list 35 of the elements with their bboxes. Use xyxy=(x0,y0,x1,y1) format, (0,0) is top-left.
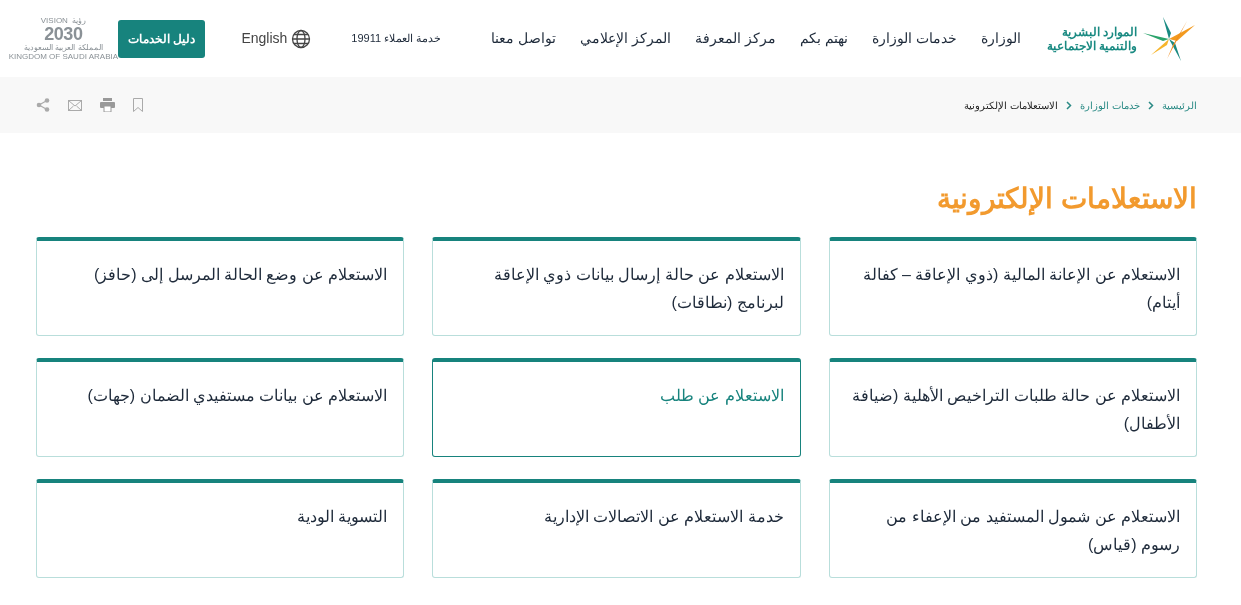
country-arabic: المملكة العربية السعودية xyxy=(24,42,103,52)
print-icon[interactable] xyxy=(100,98,115,112)
ministry-name: والتنمية الاجتماعية xyxy=(1046,38,1137,53)
services-guide-button[interactable]: دليل الخدمات xyxy=(118,19,206,58)
inquiry-card[interactable]: الاستعلام عن شمول المستفيد من الإعفاء من رسوم (قياس) xyxy=(828,479,1197,578)
breadcrumb-link[interactable]: خدمات الوزارة xyxy=(1080,97,1140,113)
vision-arabic: رؤية xyxy=(71,16,86,25)
nav-link[interactable]: الوزارة xyxy=(980,28,1021,49)
inquiry-card[interactable]: التسوية الودية xyxy=(36,479,405,578)
inquiry-card[interactable]: الاستعلام عن حالة إرسال بيانات ذوي الإعاقة لبرنامج (نطاقات) xyxy=(432,237,801,336)
inquiry-card[interactable]: الاستعلام عن وضع الحالة المرسل إلى (حافز) xyxy=(36,237,405,336)
globe-icon xyxy=(291,28,312,49)
breadcrumb-link[interactable]: الرئيسية xyxy=(1162,97,1197,113)
bookmark-icon[interactable] xyxy=(133,98,143,112)
ministry-name: الموارد البشرية xyxy=(1061,24,1137,39)
inquiry-card[interactable]: الاستعلام عن بيانات مستفيدي الضمان (جهات) xyxy=(36,358,405,457)
vision-word: VISION xyxy=(40,16,68,25)
vision-year: 2030 xyxy=(44,24,83,43)
country-english: KINGDOM OF SAUDI ARABIA xyxy=(8,51,119,61)
mail-icon[interactable] xyxy=(68,99,82,111)
page-title: الاستعلامات الإلكترونية xyxy=(936,182,1197,217)
nav-link[interactable]: المركز الإعلامي xyxy=(580,28,671,49)
nav-link[interactable]: نهتم بكم xyxy=(799,28,848,49)
inquiry-card[interactable]: خدمة الاستعلام عن الاتصالات الإدارية xyxy=(432,479,801,578)
nav-link[interactable]: مركز المعرفة xyxy=(695,28,776,49)
customer-service: خدمة العملاء 19911 xyxy=(351,31,442,47)
nav-link[interactable]: تواصل معنا xyxy=(491,28,557,49)
chevron-icon xyxy=(1066,100,1073,110)
inquiry-card[interactable]: الاستعلام عن الإعانة المالية (ذوي الإعاقة – كفالة أيتام) xyxy=(828,237,1197,336)
inquiry-card[interactable]: الاستعلام عن حالة طلبات التراخيص الأهلية (ضيافة الأطفال) xyxy=(828,358,1197,457)
inquiry-card[interactable]: الاستعلام عن طلب xyxy=(432,358,801,457)
chevron-icon xyxy=(1148,100,1154,110)
nav-link[interactable]: خدمات الوزارة xyxy=(871,28,957,49)
language-button[interactable]: English xyxy=(241,28,312,49)
share-icon[interactable] xyxy=(36,98,50,112)
